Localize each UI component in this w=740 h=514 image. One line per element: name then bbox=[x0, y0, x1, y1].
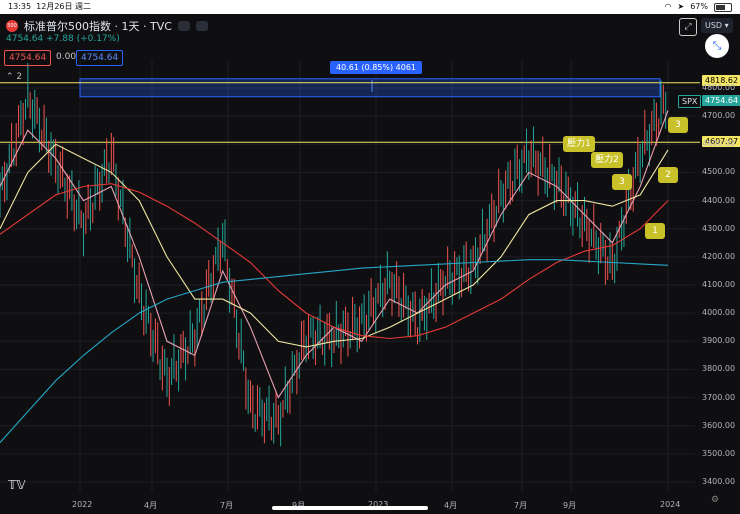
y-tick-label: 4000.00 bbox=[702, 308, 736, 318]
price-change: +7.88 bbox=[46, 34, 74, 44]
last-price-tag: 4754.64 bbox=[702, 95, 740, 106]
symbol-header[interactable]: 500 标准普尔500指数 · 1天 · TVC bbox=[6, 18, 208, 34]
indicator-count: 2 bbox=[16, 72, 23, 82]
indicator-toggle[interactable]: ⌃ 2 bbox=[6, 72, 22, 82]
gear-icon[interactable]: ⚙ bbox=[711, 495, 719, 505]
note-resistance-1[interactable]: 壓力1 bbox=[563, 136, 595, 152]
y-tick-label: 3500.00 bbox=[702, 448, 736, 458]
y-tick-label: 4600.00 bbox=[702, 139, 736, 149]
tradingview-logo: 𝕋𝕍 bbox=[8, 478, 26, 492]
moving-average-line bbox=[0, 110, 669, 399]
y-tick-label: 4300.00 bbox=[702, 223, 736, 233]
x-tick-label: 9月 bbox=[563, 501, 577, 510]
y-tick-label: 3600.00 bbox=[702, 420, 736, 430]
x-tick-label: 7月 bbox=[514, 501, 528, 510]
x-tick-label: 7月 bbox=[220, 501, 234, 510]
quote-line: 4754.64 +7.88 (+0.17%) bbox=[6, 34, 120, 44]
x-tick-label: 4月 bbox=[144, 501, 158, 510]
note-resistance-2[interactable]: 壓力2 bbox=[591, 152, 623, 168]
y-tick-label: 3400.00 bbox=[702, 477, 736, 486]
x-tick-label: 2024 bbox=[660, 500, 681, 509]
y-tick-label: 4400.00 bbox=[702, 195, 736, 205]
x-tick-label: 2022 bbox=[72, 500, 93, 509]
last-price: 4754.64 bbox=[6, 34, 44, 44]
y-tick-label: 4200.00 bbox=[702, 251, 736, 261]
x-tick-label: 4月 bbox=[444, 501, 458, 510]
chevron-up-icon: ⌃ bbox=[6, 72, 14, 82]
price-chart-svg[interactable] bbox=[0, 0, 740, 514]
home-indicator bbox=[272, 506, 428, 510]
y-tick-label: 3800.00 bbox=[702, 364, 736, 374]
symbol-title[interactable]: 标准普尔500指数 · 1天 · TVC bbox=[24, 18, 172, 34]
y-tick-label: 4500.00 bbox=[702, 167, 736, 177]
note-3a[interactable]: 3 bbox=[612, 174, 632, 190]
buy-button[interactable]: 4754.64 bbox=[76, 50, 124, 66]
symbol-badge: 500 bbox=[6, 20, 18, 32]
measure-zone bbox=[79, 78, 661, 98]
y-tick-label: 4700.00 bbox=[702, 111, 736, 121]
collapse-arrows-icon[interactable]: ⤡ bbox=[705, 34, 729, 58]
fullscreen-icon[interactable]: ⤢ bbox=[679, 18, 697, 36]
y-tick-label: 3900.00 bbox=[702, 336, 736, 346]
y-tick-label: 4800.00 bbox=[702, 83, 736, 92]
eye-toggle-icon[interactable] bbox=[177, 21, 190, 31]
note-3b[interactable]: 3 bbox=[668, 117, 688, 133]
y-tick-label: 3700.00 bbox=[702, 392, 736, 402]
measure-label: 40.61 (0.85%) 4061 bbox=[330, 61, 423, 74]
wave-icon[interactable] bbox=[195, 21, 208, 31]
spx-label: SPX bbox=[678, 95, 702, 108]
price-change-pct: (+0.17%) bbox=[76, 34, 120, 44]
note-1[interactable]: 1 bbox=[645, 223, 665, 239]
sell-button[interactable]: 4754.64 bbox=[4, 50, 52, 66]
y-tick-label: 4100.00 bbox=[702, 280, 736, 289]
currency-select[interactable]: USD ▾ bbox=[701, 18, 733, 33]
note-2[interactable]: 2 bbox=[658, 167, 678, 183]
